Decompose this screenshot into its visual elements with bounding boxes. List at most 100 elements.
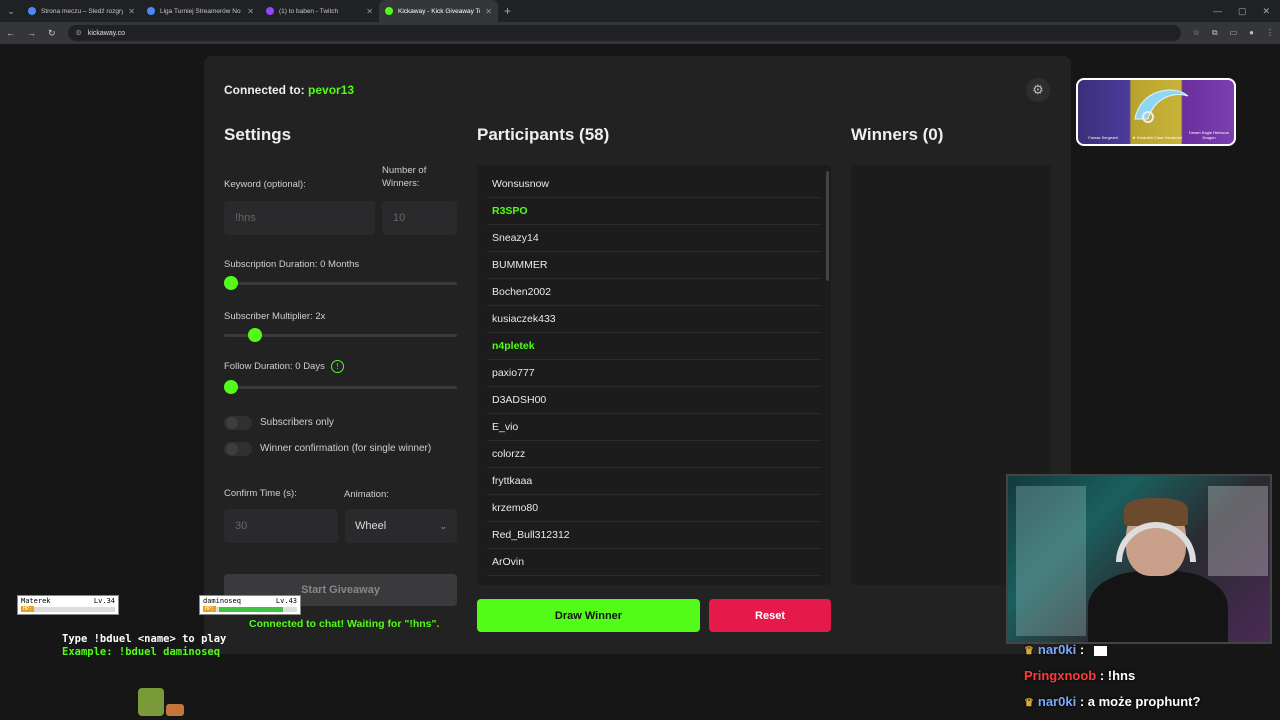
menu-icon[interactable]: ⋮ [1266, 28, 1274, 38]
subscribers-only-toggle[interactable] [224, 416, 252, 430]
participant-row: fryttkaaa [487, 468, 821, 495]
participant-row: kusiaczek433 [487, 306, 821, 333]
participants-scrollbar[interactable] [826, 171, 829, 281]
webcam-person-body [1088, 571, 1228, 642]
crown-icon: ♛ [1024, 697, 1034, 709]
tab-favicon-icon [28, 7, 36, 15]
close-window-icon[interactable]: ✕ [1262, 6, 1270, 17]
karambit-knife-icon [1134, 89, 1189, 123]
player1-name: Materek [21, 597, 51, 605]
extensions-icon[interactable]: ⧉ [1212, 28, 1218, 38]
chat-text: : [1079, 642, 1085, 657]
new-tab-button[interactable]: + [498, 4, 511, 18]
player2-level: Lv.43 [275, 597, 297, 605]
participant-row: Wonsusnow [487, 171, 821, 198]
chat-username: nar0ki [1037, 694, 1077, 709]
bookmark-star-icon[interactable]: ☆ [1193, 28, 1200, 38]
skin-caption-deagle: Desert Eagle Heirloom Dragon [1188, 130, 1230, 140]
chat-status-text: Connected to chat! Waiting for "!hns". [249, 618, 440, 630]
follow-duration-knob[interactable] [224, 380, 238, 394]
browser-tab[interactable]: Strona meczu – Śledź rozgrywki ✕ [22, 0, 141, 22]
confirm-time-label: Confirm Time (s): [224, 488, 297, 499]
chat-text: : !hns [1099, 668, 1136, 683]
tab-title: Kickaway - Kick Giveaway Tool [398, 7, 481, 15]
maximize-icon[interactable]: ▢ [1238, 6, 1247, 17]
reload-icon[interactable]: ↻ [48, 28, 56, 39]
participant-row: ArOvin [487, 549, 821, 576]
winner-confirmation-toggle[interactable] [224, 442, 252, 456]
winners-label: Number of Winners: [382, 165, 427, 189]
sub-duration-knob[interactable] [224, 276, 238, 290]
tab-title: Liga Turniej Streamerów No Bu [160, 7, 243, 15]
keyword-input[interactable]: !hns [224, 201, 375, 235]
envelope-icon [1093, 645, 1107, 656]
skin-showcase-overlay: Famas Sergeant ★ Karambit Case Hardened … [1076, 78, 1236, 146]
chat-username: nar0ki [1037, 642, 1077, 657]
confirm-time-input[interactable]: 30 [224, 509, 338, 543]
site-info-icon[interactable]: ⚙ [76, 29, 82, 37]
follow-duration-slider[interactable] [224, 380, 457, 394]
cast-icon[interactable]: ▭ [1230, 28, 1238, 38]
sub-duration-slider[interactable] [224, 276, 457, 290]
chat-message: ♛ nar0ki : a może prophunt? [1024, 694, 1200, 709]
streamer-webcam [1006, 474, 1272, 644]
duel-sprite [138, 688, 164, 716]
duel-example: Example: !bduel daminoseq [62, 646, 221, 658]
participant-row: Sneazy14 [487, 225, 821, 252]
profile-icon[interactable]: ● [1249, 28, 1254, 38]
duel-instruction: Type !bduel <name> to play [62, 633, 227, 645]
animation-label: Animation: [344, 489, 389, 500]
skin-caption-famas: Famas Sergeant [1088, 135, 1118, 140]
forward-icon[interactable]: → [27, 28, 36, 38]
duel-player2-hp: daminoseq Lv.43 HP: [199, 595, 301, 615]
tab-close-icon[interactable]: ✕ [247, 7, 254, 16]
winners-input[interactable]: 10 [382, 201, 457, 235]
draw-winner-button[interactable]: Draw Winner [477, 599, 700, 632]
webcam-shelf [1016, 486, 1086, 636]
participant-row: n4pletek [487, 333, 821, 360]
back-icon[interactable]: ← [6, 28, 15, 38]
giveaway-panel: Connected to: pevor13 ⚙ Settings Keyword… [204, 56, 1071, 654]
reset-button[interactable]: Reset [709, 599, 831, 632]
crown-icon: ♛ [1024, 645, 1034, 657]
follow-duration-row: Follow Duration: 0 Days! [224, 360, 344, 373]
info-icon[interactable]: ! [330, 360, 344, 373]
skin-caption-karambit: ★ Karambit Case Hardened [1132, 135, 1182, 140]
participant-row: BUMMMER [487, 252, 821, 279]
url-field[interactable]: ⚙ kickaway.co [67, 25, 1181, 41]
tab-favicon-icon [385, 7, 393, 15]
animation-select[interactable]: Wheel ⌄ [345, 509, 457, 543]
player2-name: daminoseq [203, 597, 241, 605]
sub-multiplier-knob[interactable] [248, 328, 263, 342]
participant-row: krzemo80 [487, 495, 821, 522]
sub-multiplier-label: Subscriber Multiplier: 2x [224, 311, 326, 322]
participants-list[interactable]: Wonsusnow R3SPO Sneazy14 BUMMMER Bochen2002 k… [477, 165, 831, 585]
browser-tab-bar: ⌄ Strona meczu – Śledź rozgrywki✕Liga Tu… [0, 0, 1280, 22]
tab-search-icon[interactable]: ⌄ [0, 0, 22, 22]
participant-row: colorzz [487, 441, 821, 468]
tab-close-icon[interactable]: ✕ [128, 7, 135, 16]
tab-close-icon[interactable]: ✕ [485, 7, 492, 16]
chevron-down-icon: ⌄ [439, 520, 447, 531]
connected-username: pevor13 [308, 83, 355, 97]
connection-status: Connected to: pevor13 [224, 83, 354, 97]
minimize-icon[interactable]: — [1213, 6, 1222, 16]
settings-gear-icon[interactable]: ⚙ [1026, 78, 1050, 102]
keyword-label: Keyword (optional): [224, 179, 306, 190]
browser-tab[interactable]: Liga Turniej Streamerów No Bu ✕ [141, 0, 260, 22]
participant-row: R3SPO [487, 198, 821, 225]
connected-label: Connected to: [224, 83, 305, 97]
tab-title: Strona meczu – Śledź rozgrywki [41, 7, 124, 15]
browser-tab[interactable]: Kickaway - Kick Giveaway Tool ✕ [379, 0, 498, 22]
chat-message: Pringxnoob : !hns [1024, 668, 1135, 683]
tab-close-icon[interactable]: ✕ [366, 7, 373, 16]
sub-multiplier-slider[interactable] [224, 328, 457, 342]
chat-username: Pringxnoob [1024, 668, 1097, 683]
browser-tab[interactable]: (1) to baben - Twitch ✕ [260, 0, 379, 22]
animation-value: Wheel [355, 520, 387, 532]
player2-hp-fill [219, 607, 283, 612]
hp-label: HP: [203, 606, 217, 612]
player1-level: Lv.34 [93, 597, 115, 605]
duel-player1-hp: Materek Lv.34 HP: [17, 595, 119, 615]
address-bar: ← → ↻ ⚙ kickaway.co ☆ ⧉ ▭ ● ⋮ [0, 22, 1280, 44]
